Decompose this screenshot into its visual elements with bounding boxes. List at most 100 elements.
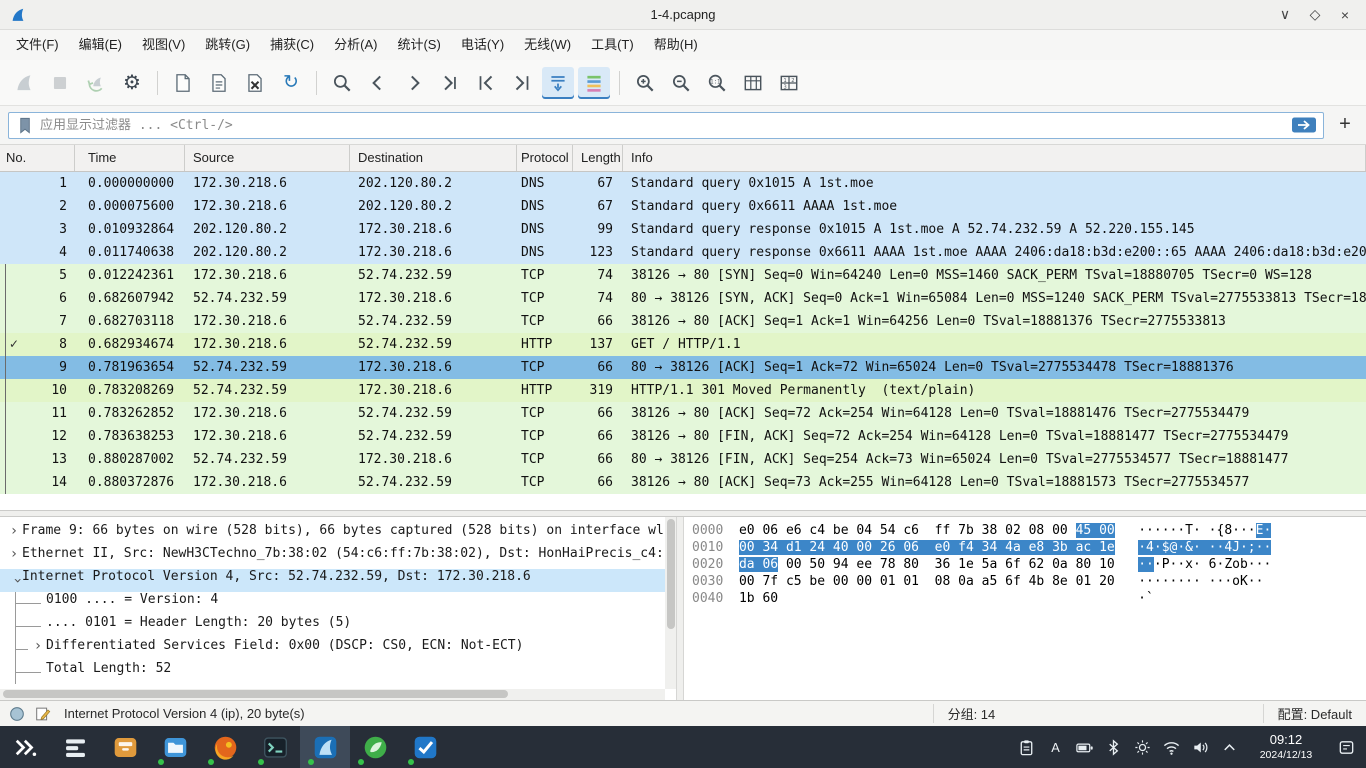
hex-dump-pane[interactable]: 0000 e0 06 e6 c4 be 04 54 c6 ff 7b 38 02… <box>684 517 1366 700</box>
hex-row[interactable]: 0040 1b 60 ·` <box>692 591 1366 608</box>
bookmark-icon[interactable] <box>16 116 35 135</box>
close-file-button[interactable] <box>239 67 271 99</box>
hex-row[interactable]: 0000 e0 06 e6 c4 be 04 54 c6 ff 7b 38 02… <box>692 523 1366 540</box>
details-horizontal-scrollb[interactable] <box>0 689 665 700</box>
app-wireshark[interactable] <box>300 726 350 768</box>
column-header-time[interactable]: Time <box>75 145 185 171</box>
app-green[interactable] <box>350 726 400 768</box>
detail-line[interactable]: ›Ethernet II, Src: NewH3CTechno_7b:38:02… <box>0 546 676 569</box>
resize-columns-button[interactable] <box>737 67 769 99</box>
auto-scroll-toggle[interactable] <box>542 67 574 99</box>
start-menu-button[interactable] <box>0 726 50 768</box>
add-filter-button[interactable]: + <box>1332 112 1358 139</box>
scrollbar-thumb[interactable] <box>3 690 508 698</box>
pane-splitter-vertical[interactable] <box>676 517 684 700</box>
display-filter-field[interactable] <box>8 112 1324 139</box>
close-button[interactable]: × <box>1332 4 1358 26</box>
column-header-protocol[interactable]: Protocol <box>517 145 573 171</box>
menu-analyze[interactable]: 分析(A) <box>324 30 387 60</box>
detail-line[interactable]: ›Internet Protocol Version 4, Src: 52.74… <box>0 569 676 592</box>
tray-brightness[interactable] <box>1128 726 1157 768</box>
menu-go[interactable]: 跳转(G) <box>195 30 260 60</box>
packet-row-12[interactable]: 120.783638253172.30.218.652.74.232.59TCP… <box>0 425 1366 448</box>
packet-row-11[interactable]: 110.783262852172.30.218.652.74.232.59TCP… <box>0 402 1366 425</box>
scrollbar-thumb[interactable] <box>667 519 675 629</box>
colorize-toggle[interactable] <box>578 67 610 99</box>
expand-icon[interactable]: › <box>6 523 22 546</box>
app-terminal[interactable] <box>250 726 300 768</box>
apply-filter-button[interactable] <box>1291 115 1317 135</box>
packet-row-13[interactable]: 130.88028700252.74.232.59172.30.218.6TCP… <box>0 448 1366 471</box>
menu-telephony[interactable]: 电话(Y) <box>451 30 514 60</box>
zoom-reset-button[interactable]: 1:1 <box>701 67 733 99</box>
pane-splitter-horizontal[interactable] <box>0 510 1366 517</box>
menu-wireless[interactable]: 无线(W) <box>514 30 581 60</box>
detail-line[interactable]: 0100 .... = Version: 4 <box>0 592 676 615</box>
app-code[interactable] <box>400 726 450 768</box>
column-header-no[interactable]: No. <box>0 145 75 171</box>
hex-row[interactable]: 0030 00 7f c5 be 00 00 01 01 08 0a a5 6f… <box>692 574 1366 591</box>
hex-row[interactable]: 0010 00 34 d1 24 40 00 26 06 e0 f4 34 4a… <box>692 540 1366 557</box>
expert-info-icon[interactable] <box>8 705 26 723</box>
number-columns-button[interactable]: 123 <box>773 67 805 99</box>
menu-help[interactable]: 帮助(H) <box>644 30 708 60</box>
hex-row[interactable]: 0020 da 06 00 50 94 ee 78 80 36 1e 5a 6f… <box>692 557 1366 574</box>
packet-row-14[interactable]: 140.880372876172.30.218.652.74.232.59TCP… <box>0 471 1366 494</box>
zoom-out-button[interactable] <box>665 67 697 99</box>
minimize-button[interactable]: ∨ <box>1272 4 1298 26</box>
app-firefox[interactable] <box>200 726 250 768</box>
menu-edit[interactable]: 编辑(E) <box>69 30 132 60</box>
detail-line[interactable]: ›Frame 9: 66 bytes on wire (528 bits), 6… <box>0 523 676 546</box>
go-back-button[interactable] <box>362 67 394 99</box>
capture-options-button[interactable]: ⚙ <box>116 67 148 99</box>
packet-row-8[interactable]: 80.682934674172.30.218.652.74.232.59HTTP… <box>0 333 1366 356</box>
app-software-center[interactable] <box>100 726 150 768</box>
display-filter-input[interactable] <box>38 117 1291 134</box>
expand-icon[interactable]: › <box>30 638 46 661</box>
packet-row-9[interactable]: 90.78196365452.74.232.59172.30.218.6TCP6… <box>0 356 1366 379</box>
packet-row-4[interactable]: 40.011740638202.120.80.2172.30.218.6DNS1… <box>0 241 1366 264</box>
tray-expand[interactable] <box>1215 726 1244 768</box>
column-header-destination[interactable]: Destination <box>350 145 517 171</box>
tray-battery[interactable] <box>1070 726 1099 768</box>
menu-view[interactable]: 视图(V) <box>132 30 195 60</box>
packet-row-10[interactable]: 100.78320826952.74.232.59172.30.218.6HTT… <box>0 379 1366 402</box>
packet-row-1[interactable]: 10.000000000172.30.218.6202.120.80.2DNS6… <box>0 172 1366 195</box>
expand-icon[interactable]: › <box>6 546 22 569</box>
packet-details-pane[interactable]: ›Frame 9: 66 bytes on wire (528 bits), 6… <box>0 517 676 700</box>
menu-file[interactable]: 文件(F) <box>6 30 69 60</box>
go-last-packet-button[interactable] <box>506 67 538 99</box>
menu-tools[interactable]: 工具(T) <box>581 30 644 60</box>
packet-row-2[interactable]: 20.000075600172.30.218.6202.120.80.2DNS6… <box>0 195 1366 218</box>
capture-comment-icon[interactable] <box>34 705 52 723</box>
reload-file-button[interactable]: ↻ <box>275 67 307 99</box>
task-view-button[interactable] <box>50 726 100 768</box>
maximize-button[interactable]: ◇ <box>1302 4 1328 26</box>
tray-volume[interactable] <box>1186 726 1215 768</box>
find-packet-button[interactable] <box>326 67 358 99</box>
detail-line[interactable]: ›Differentiated Services Field: 0x00 (DS… <box>0 638 676 661</box>
open-file-button[interactable] <box>167 67 199 99</box>
packet-row-3[interactable]: 30.010932864202.120.80.2172.30.218.6DNS9… <box>0 218 1366 241</box>
taskbar-clock[interactable]: 09:12 2024/12/13 <box>1244 732 1328 761</box>
menu-statistics[interactable]: 统计(S) <box>387 30 450 60</box>
menu-capture[interactable]: 捕获(C) <box>260 30 324 60</box>
detail-line[interactable]: .... 0101 = Header Length: 20 bytes (5) <box>0 615 676 638</box>
zoom-in-button[interactable] <box>629 67 661 99</box>
tray-input-method[interactable]: A <box>1041 726 1070 768</box>
detail-line[interactable]: Total Length: 52 <box>0 661 676 684</box>
column-header-source[interactable]: Source <box>185 145 350 171</box>
save-file-button[interactable] <box>203 67 235 99</box>
app-file-manager[interactable] <box>150 726 200 768</box>
statusbar-profile[interactable]: 配置: Default <box>1263 704 1366 723</box>
go-to-packet-button[interactable] <box>434 67 466 99</box>
column-header-info[interactable]: Info <box>623 145 1366 171</box>
tray-clipboard[interactable] <box>1012 726 1041 768</box>
go-forward-button[interactable] <box>398 67 430 99</box>
packet-row-7[interactable]: 70.682703118172.30.218.652.74.232.59TCP6… <box>0 310 1366 333</box>
packet-row-6[interactable]: 60.68260794252.74.232.59172.30.218.6TCP7… <box>0 287 1366 310</box>
column-header-length[interactable]: Length <box>573 145 623 171</box>
packet-row-5[interactable]: 50.012242361172.30.218.652.74.232.59TCP7… <box>0 264 1366 287</box>
notification-center-button[interactable] <box>1328 726 1364 768</box>
details-vertical-scrollbar[interactable] <box>665 517 676 689</box>
